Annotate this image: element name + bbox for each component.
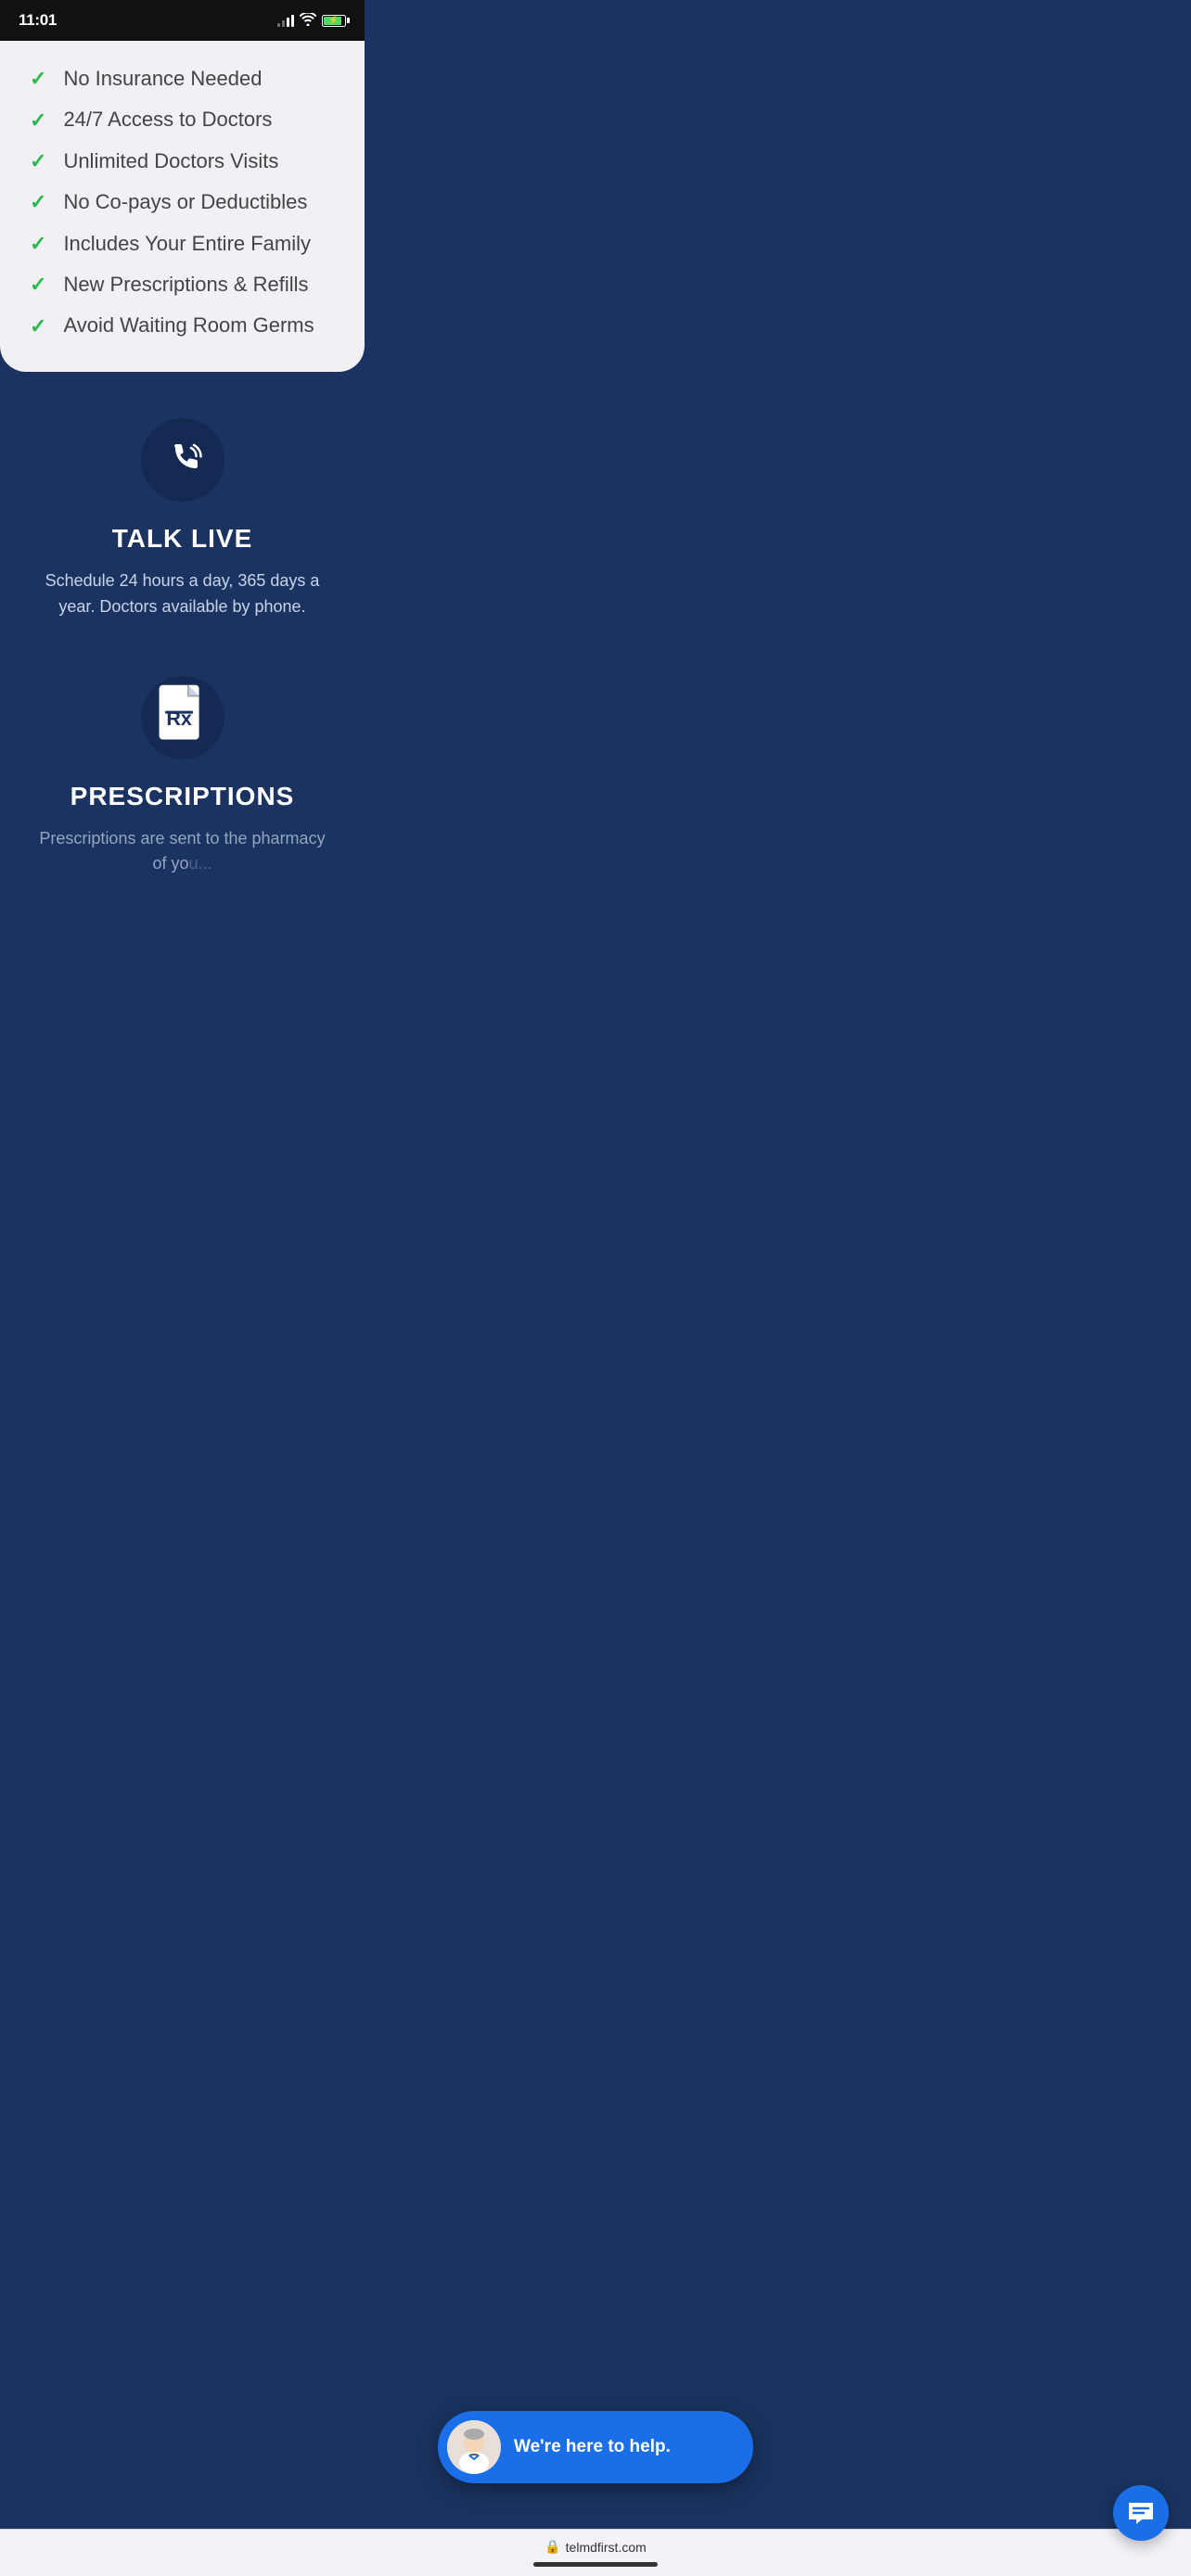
check-icon: ✓: [30, 274, 46, 295]
status-time: 11:01: [19, 11, 57, 30]
chat-widget[interactable]: We're here to help.: [438, 2411, 753, 2483]
home-indicator: [533, 2562, 658, 2567]
prescriptions-title: PRESCRIPTIONS: [70, 782, 295, 811]
chat-label: We're here to help.: [514, 2437, 671, 2457]
url-text: telmdfirst.com: [566, 2540, 647, 2555]
doctor-avatar: [447, 2420, 501, 2474]
check-icon: ✓: [30, 234, 46, 254]
status-bar: 11:01 ⚡: [0, 0, 365, 41]
chat-bubble-button[interactable]: [1113, 2485, 1169, 2541]
feature-text: Unlimited Doctors Visits: [63, 149, 278, 173]
talk-live-description: Schedule 24 hours a day, 365 days a year…: [34, 568, 331, 620]
check-icon: ✓: [30, 151, 46, 172]
feature-avoid-germs: ✓ Avoid Waiting Room Germs: [30, 313, 335, 338]
phone-icon: [161, 439, 204, 481]
lock-icon: 🔒: [544, 2539, 560, 2555]
features-card: ✓ No Insurance Needed ✓ 24/7 Access to D…: [0, 41, 365, 372]
talk-live-section: TALK LIVE Schedule 24 hours a day, 365 d…: [0, 372, 365, 915]
status-icons: ⚡: [277, 13, 346, 29]
check-icon: ✓: [30, 69, 46, 89]
prescriptions-description: Prescriptions are sent to the pharmacy o…: [34, 826, 331, 878]
talk-live-title: TALK LIVE: [112, 524, 253, 554]
check-icon: ✓: [30, 110, 46, 131]
url-display[interactable]: 🔒 telmdfirst.com: [544, 2539, 647, 2555]
message-icon: [1127, 2501, 1155, 2525]
svg-text:Rx: Rx: [166, 707, 192, 729]
wifi-icon: [300, 13, 316, 29]
feature-no-insurance: ✓ No Insurance Needed: [30, 67, 335, 91]
battery-icon: ⚡: [322, 15, 346, 27]
address-bar: 🔒 telmdfirst.com: [0, 2529, 1191, 2576]
feature-text: No Insurance Needed: [63, 67, 262, 91]
check-icon: ✓: [30, 316, 46, 337]
feature-unlimited-visits: ✓ Unlimited Doctors Visits: [30, 149, 335, 173]
feature-access-doctors: ✓ 24/7 Access to Doctors: [30, 108, 335, 132]
feature-text: Includes Your Entire Family: [63, 232, 311, 256]
feature-text: New Prescriptions & Refills: [63, 273, 308, 297]
feature-text: 24/7 Access to Doctors: [63, 108, 272, 132]
check-icon: ✓: [30, 192, 46, 212]
feature-text: No Co-pays or Deductibles: [63, 190, 307, 214]
feature-entire-family: ✓ Includes Your Entire Family: [30, 232, 335, 256]
feature-text: Avoid Waiting Room Germs: [63, 313, 314, 338]
phone-icon-circle: [141, 418, 224, 502]
rx-icon-circle: Rx: [141, 676, 224, 759]
feature-prescriptions: ✓ New Prescriptions & Refills: [30, 273, 335, 297]
doctor-image: [447, 2420, 501, 2474]
rx-icon: Rx: [141, 676, 224, 759]
feature-no-copays: ✓ No Co-pays or Deductibles: [30, 190, 335, 214]
signal-icon: [277, 15, 294, 27]
